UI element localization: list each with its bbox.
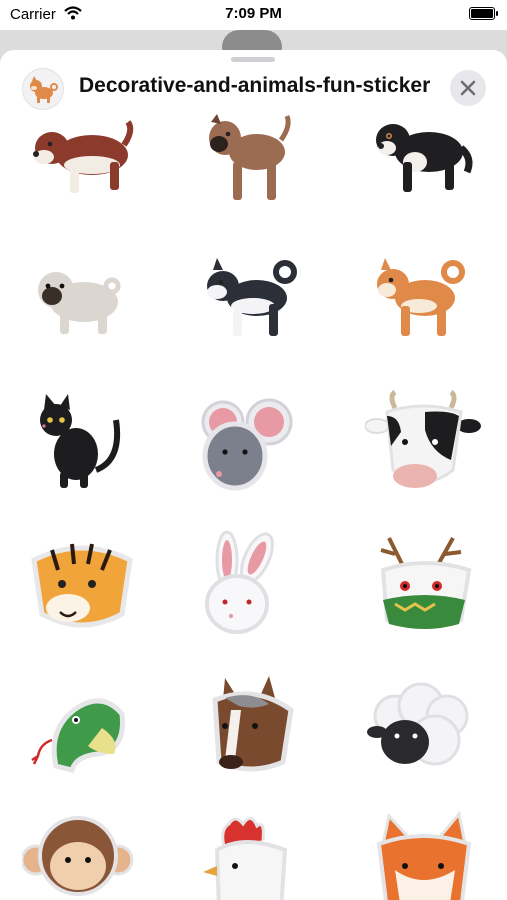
battery-icon: [469, 7, 498, 20]
sheet-title: Decorative-and-animals-fun-sticker: [79, 74, 431, 97]
sticker-fox-head[interactable]: [365, 810, 485, 900]
sheet-grabber[interactable]: [231, 57, 275, 62]
sticker-pug-dog[interactable]: [22, 250, 142, 370]
shiba-dog-icon: [22, 68, 64, 110]
close-icon: [460, 80, 476, 96]
sticker-sheet: Decorative-and-animals-fun-sticker: [0, 50, 507, 900]
sticker-dragon-head[interactable]: [365, 530, 485, 650]
sticker-sheep-head[interactable]: [365, 670, 485, 790]
close-button[interactable]: [450, 70, 486, 106]
sticker-monkey-head[interactable]: [22, 810, 142, 900]
sticker-black-cat[interactable]: [22, 390, 142, 510]
status-bar: Carrier 7:09 PM: [0, 0, 507, 30]
sticker-bernese-dog[interactable]: [365, 110, 485, 230]
sticker-rabbit-head[interactable]: [195, 530, 315, 650]
sticker-beagle-dog[interactable]: [22, 110, 142, 230]
sticker-husky-dog[interactable]: [195, 250, 315, 370]
sticker-snake-head[interactable]: [22, 670, 142, 790]
sticker-mouse-head[interactable]: [195, 390, 315, 510]
sheet-header: Decorative-and-animals-fun-sticker: [0, 64, 507, 110]
sticker-horse-head[interactable]: [195, 670, 315, 790]
sticker-cow-head[interactable]: [365, 390, 485, 510]
sticker-shiba-dog[interactable]: [365, 250, 485, 370]
clock-label: 7:09 PM: [225, 5, 282, 22]
sticker-rooster-head[interactable]: [195, 810, 315, 900]
sticker-boxer-dog[interactable]: [195, 110, 315, 230]
sticker-tiger-head[interactable]: [22, 530, 142, 650]
